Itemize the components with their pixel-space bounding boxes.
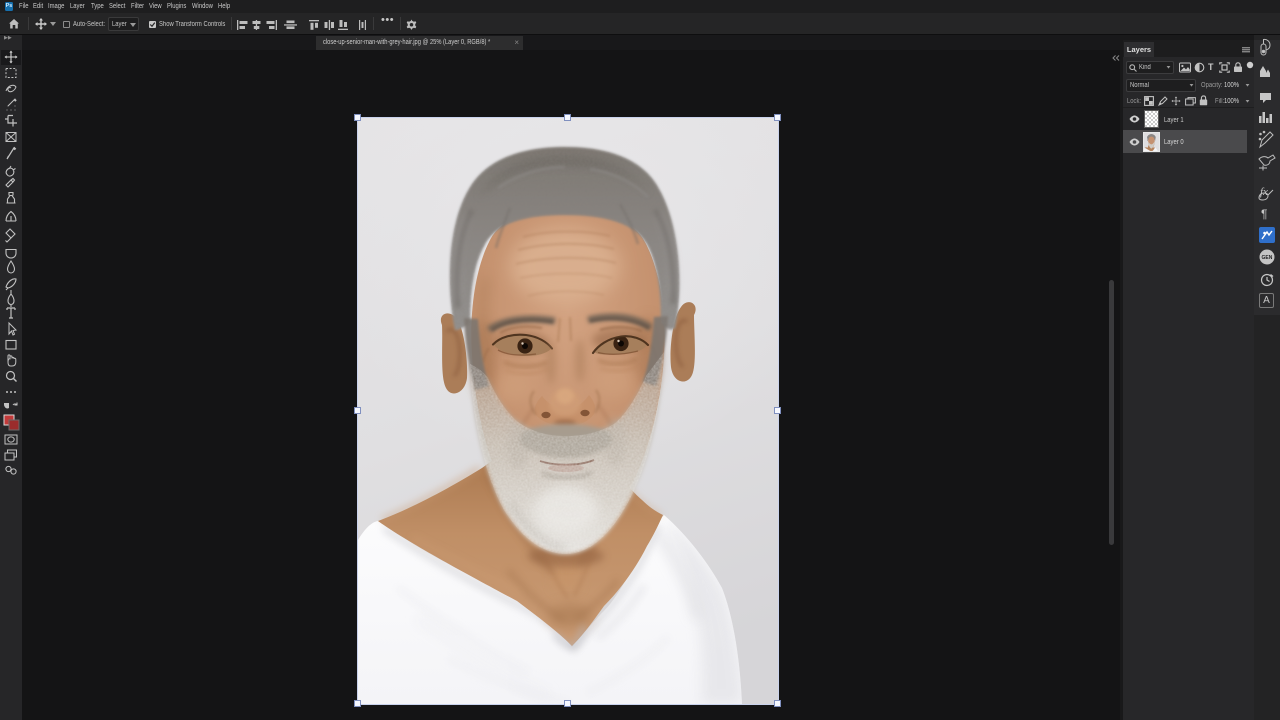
svg-text:GEN: GEN (1262, 255, 1273, 261)
svg-text:¶: ¶ (1261, 207, 1267, 221)
svg-text:fx: fx (1260, 186, 1268, 198)
